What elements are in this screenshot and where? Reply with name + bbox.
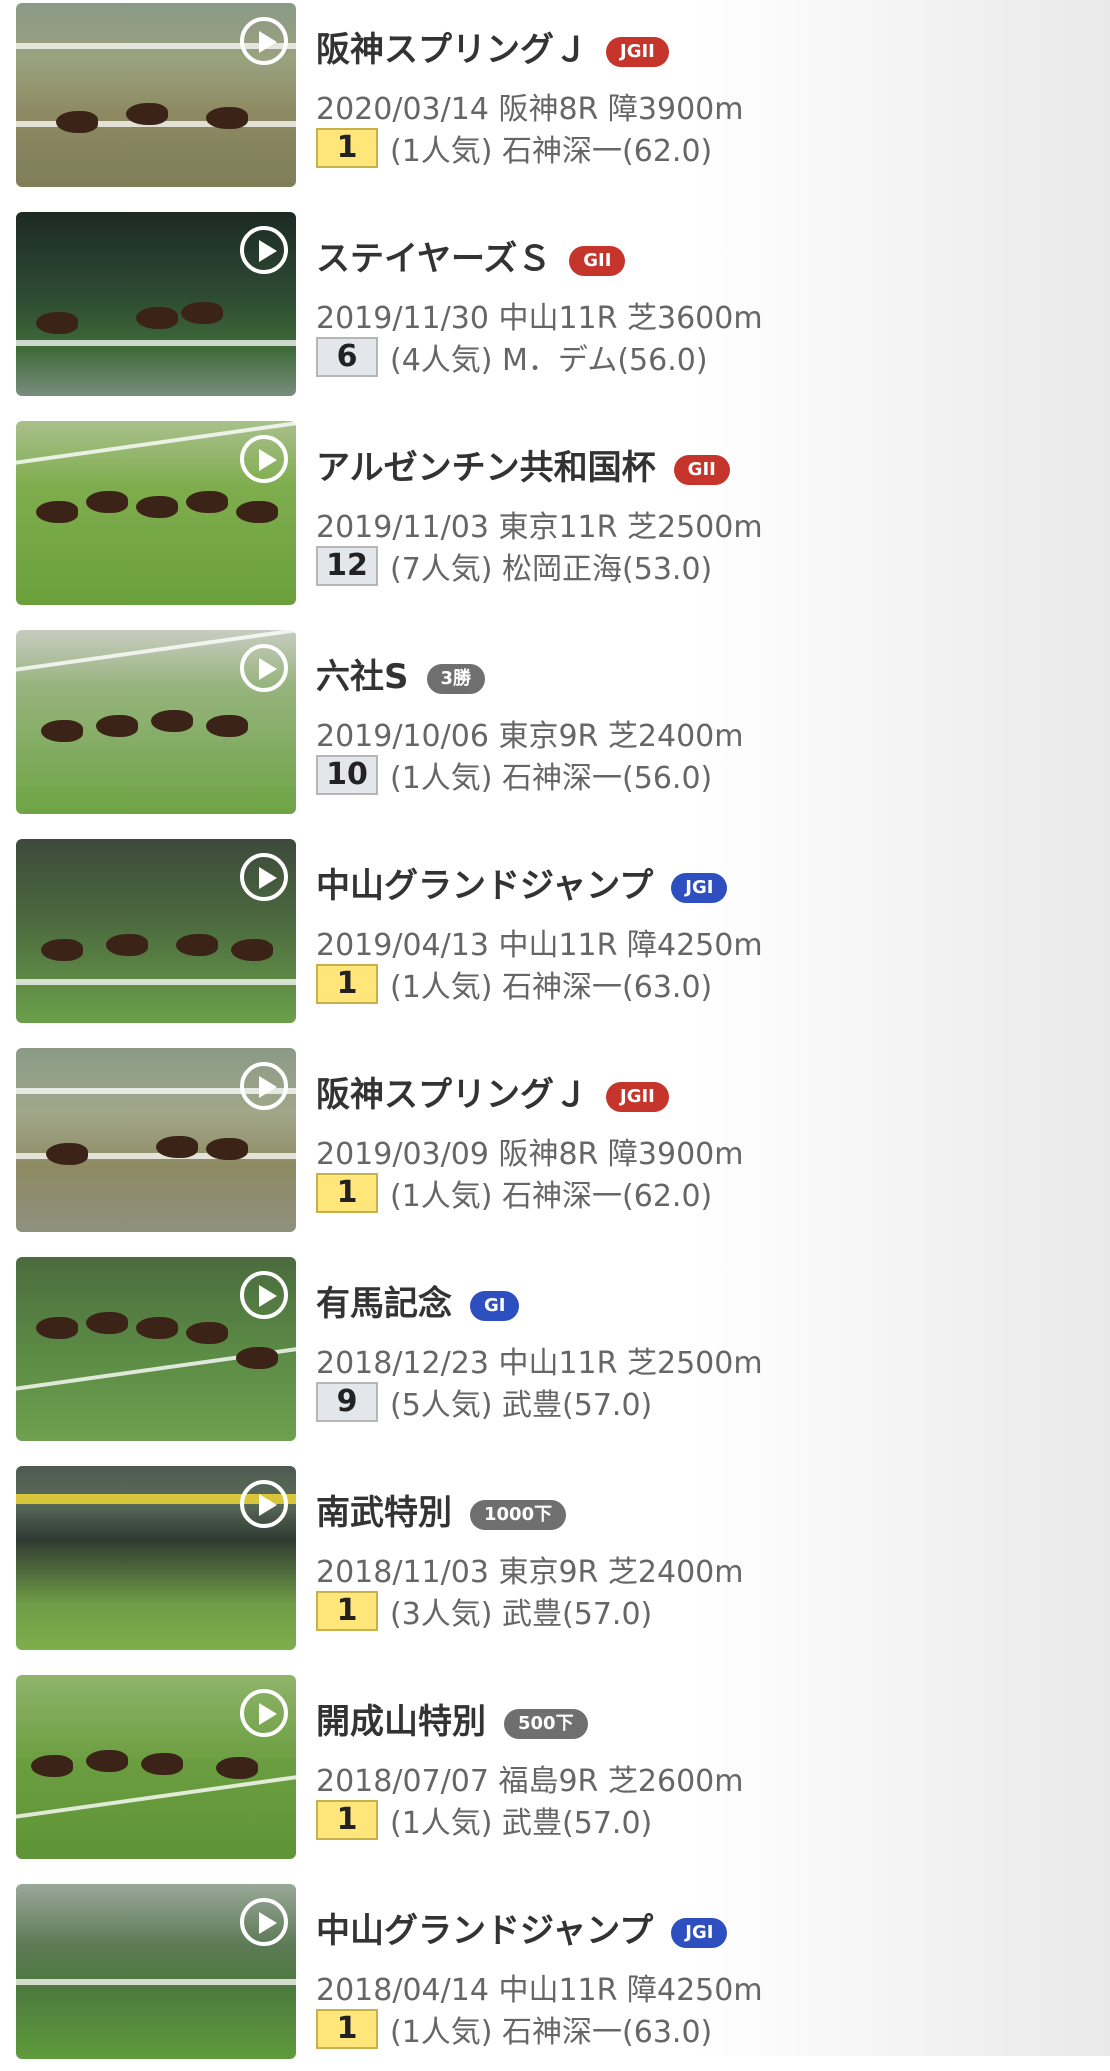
- result-detail: (1人気) 石神深一(56.0): [390, 761, 713, 796]
- race-video-thumbnail[interactable]: [16, 839, 296, 1023]
- race-meta: 2018/11/03 東京9R 芝2400m: [316, 1555, 744, 1590]
- finish-position: 1: [316, 128, 378, 168]
- race-title[interactable]: 六社S: [316, 657, 409, 697]
- race-meta: 2019/10/06 東京9R 芝2400m: [316, 719, 744, 754]
- race-row[interactable]: 中山グランドジャンプ JGI 2018/04/14 中山11R 障4250m 1 (…: [0, 1881, 1110, 2071]
- finish-position: 1: [316, 1173, 378, 1213]
- race-row[interactable]: 阪神スプリングＪ JGII 2020/03/14 阪神8R 障3900m 1 (1人…: [0, 0, 1110, 190]
- race-video-thumbnail[interactable]: [16, 1466, 296, 1650]
- grade-badge: 3勝: [426, 664, 486, 694]
- result-detail: (5人気) 武豊(57.0): [390, 1388, 653, 1423]
- race-result: 10 (1人気) 石神深一(56.0): [316, 753, 713, 796]
- grade-badge: JGI: [671, 1918, 728, 1948]
- race-meta: 2019/11/03 東京11R 芝2500m: [316, 510, 763, 545]
- race-title[interactable]: 阪神スプリングＪ: [316, 30, 588, 70]
- race-result: 1 (1人気) 石神深一(63.0): [316, 2007, 713, 2050]
- grade-badge: GII: [569, 246, 626, 276]
- grade-badge: 1000下: [470, 1500, 567, 1530]
- race-result: 12 (7人気) 松岡正海(53.0): [316, 544, 713, 587]
- play-icon[interactable]: [240, 1480, 288, 1528]
- race-row[interactable]: 六社S 3勝 2019/10/06 東京9R 芝2400m 10 (1人気) 石神深…: [0, 627, 1110, 817]
- finish-position: 1: [316, 1591, 378, 1631]
- race-video-thumbnail[interactable]: [16, 212, 296, 396]
- play-icon[interactable]: [240, 226, 288, 274]
- finish-position: 12: [316, 546, 378, 586]
- race-meta: 2020/03/14 阪神8R 障3900m: [316, 92, 744, 127]
- race-meta: 2019/11/30 中山11R 芝3600m: [316, 301, 763, 336]
- race-row[interactable]: ステイヤーズＳ GII 2019/11/30 中山11R 芝3600m 6 (4人気…: [0, 209, 1110, 399]
- race-result: 1 (1人気) 石神深一(62.0): [316, 1171, 713, 1214]
- race-video-thumbnail[interactable]: [16, 1257, 296, 1441]
- play-icon[interactable]: [240, 1689, 288, 1737]
- race-meta: 2018/04/14 中山11R 障4250m: [316, 1973, 763, 2008]
- finish-position: 9: [316, 1382, 378, 1422]
- result-detail: (1人気) 石神深一(63.0): [390, 970, 713, 1005]
- race-row[interactable]: 開成山特別 500下 2018/07/07 福島9R 芝2600m 1 (1人気) …: [0, 1672, 1110, 1862]
- race-result: 6 (4人気) M．デム(56.0): [316, 335, 708, 378]
- race-meta: 2019/04/13 中山11R 障4250m: [316, 928, 763, 963]
- play-icon[interactable]: [240, 1898, 288, 1946]
- result-detail: (1人気) 石神深一(63.0): [390, 2015, 713, 2050]
- play-icon[interactable]: [240, 435, 288, 483]
- play-icon[interactable]: [240, 644, 288, 692]
- race-video-thumbnail[interactable]: [16, 1884, 296, 2059]
- finish-position: 1: [316, 2009, 378, 2049]
- grade-badge: JGI: [671, 873, 728, 903]
- result-detail: (1人気) 石神深一(62.0): [390, 134, 713, 169]
- race-title[interactable]: 中山グランドジャンプ: [316, 866, 653, 906]
- finish-position: 10: [316, 755, 378, 795]
- race-video-thumbnail[interactable]: [16, 3, 296, 187]
- grade-badge: JGII: [606, 37, 669, 67]
- race-row[interactable]: 阪神スプリングＪ JGII 2019/03/09 阪神8R 障3900m 1 (1人…: [0, 1045, 1110, 1235]
- race-title[interactable]: 有馬記念: [316, 1284, 452, 1324]
- race-result: 1 (1人気) 石神深一(63.0): [316, 962, 713, 1005]
- finish-position: 6: [316, 337, 378, 377]
- play-icon[interactable]: [240, 853, 288, 901]
- finish-position: 1: [316, 964, 378, 1004]
- race-row[interactable]: 中山グランドジャンプ JGI 2019/04/13 中山11R 障4250m 1 (…: [0, 836, 1110, 1026]
- race-meta: 2018/12/23 中山11R 芝2500m: [316, 1346, 763, 1381]
- result-detail: (3人気) 武豊(57.0): [390, 1597, 653, 1632]
- grade-badge: GI: [470, 1291, 520, 1321]
- grade-badge: 500下: [504, 1709, 588, 1739]
- race-title[interactable]: ステイヤーズＳ: [316, 239, 551, 279]
- race-result: 1 (1人気) 武豊(57.0): [316, 1798, 653, 1841]
- race-video-thumbnail[interactable]: [16, 630, 296, 814]
- race-row[interactable]: 有馬記念 GI 2018/12/23 中山11R 芝2500m 9 (5人気) 武豊…: [0, 1254, 1110, 1444]
- result-detail: (4人気) M．デム(56.0): [390, 343, 708, 378]
- race-title[interactable]: 南武特別: [316, 1493, 452, 1533]
- race-row[interactable]: 南武特別 1000下 2018/11/03 東京9R 芝2400m 1 (3人気) …: [0, 1463, 1110, 1653]
- race-result: 1 (1人気) 石神深一(62.0): [316, 126, 713, 169]
- grade-badge: GII: [673, 455, 730, 485]
- race-result: 9 (5人気) 武豊(57.0): [316, 1380, 653, 1423]
- grade-badge: JGII: [606, 1082, 669, 1112]
- race-title[interactable]: 阪神スプリングＪ: [316, 1075, 588, 1115]
- race-result: 1 (3人気) 武豊(57.0): [316, 1589, 653, 1632]
- race-video-thumbnail[interactable]: [16, 421, 296, 605]
- play-icon[interactable]: [240, 1062, 288, 1110]
- race-title[interactable]: アルゼンチン共和国杯: [316, 448, 656, 488]
- race-title[interactable]: 開成山特別: [316, 1702, 486, 1742]
- race-meta: 2018/07/07 福島9R 芝2600m: [316, 1764, 744, 1799]
- race-video-thumbnail[interactable]: [16, 1048, 296, 1232]
- play-icon[interactable]: [240, 1271, 288, 1319]
- race-video-thumbnail[interactable]: [16, 1675, 296, 1859]
- result-detail: (1人気) 武豊(57.0): [390, 1806, 653, 1841]
- result-detail: (7人気) 松岡正海(53.0): [390, 552, 713, 587]
- race-title[interactable]: 中山グランドジャンプ: [316, 1911, 653, 1951]
- result-detail: (1人気) 石神深一(62.0): [390, 1179, 713, 1214]
- race-row[interactable]: アルゼンチン共和国杯 GII 2019/11/03 東京11R 芝2500m 12…: [0, 418, 1110, 608]
- play-icon[interactable]: [240, 17, 288, 65]
- finish-position: 1: [316, 1800, 378, 1840]
- race-meta: 2019/03/09 阪神8R 障3900m: [316, 1137, 744, 1172]
